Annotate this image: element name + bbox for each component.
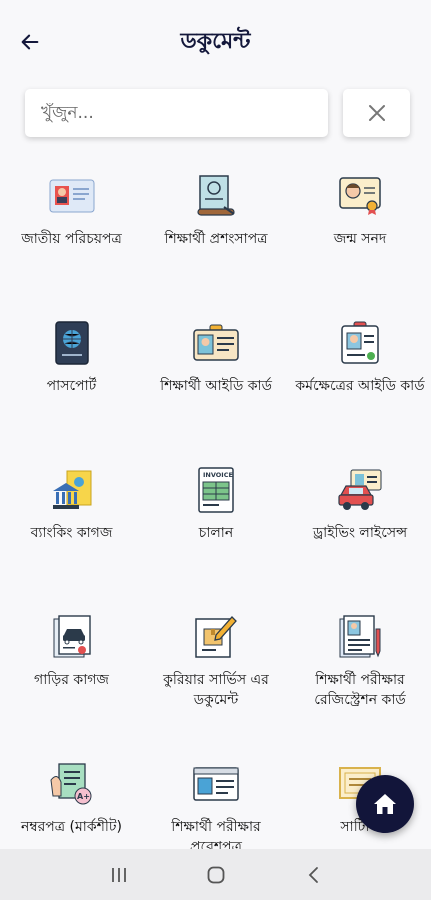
document-label: পাসপোর্ট [46, 378, 97, 394]
document-tile-passport[interactable]: পাসপোর্ট [0, 309, 143, 456]
document-label: শিক্ষার্থী প্রশংসাপত্র [164, 231, 268, 247]
testimonial-scroll-icon [192, 172, 240, 220]
document-tile-student-id[interactable]: শিক্ষার্থী আইডি কার্ড [143, 309, 289, 456]
document-tile-testimonial[interactable]: শিক্ষার্থী প্রশংসাপত্র [143, 162, 289, 309]
close-icon [368, 105, 385, 121]
document-label: নম্বরপত্র (মার্কশীট) [20, 819, 122, 835]
student-id-card-icon [192, 319, 240, 367]
document-tile-birth-certificate[interactable]: জন্ম সনদ [289, 162, 431, 309]
work-id-badge-icon [336, 319, 384, 367]
document-label: কর্মক্ষেত্রের আইডি কার্ড [295, 378, 425, 394]
birth-certificate-icon [336, 172, 384, 220]
document-label: জাতীয় পরিচয়পত্র [21, 231, 122, 247]
document-tile-car-documents[interactable]: গাড়ির কাগজ [0, 603, 143, 750]
car-document-icon [48, 613, 96, 661]
courier-document-icon [192, 613, 240, 661]
search-input[interactable] [41, 103, 312, 123]
system-navigation-bar [0, 849, 431, 900]
svg-text:INVOICE: INVOICE [203, 471, 233, 479]
invoice-icon: INVOICE [192, 466, 240, 514]
id-card-icon [48, 172, 96, 220]
home-fab-button[interactable] [356, 775, 414, 833]
admit-card-icon [192, 760, 240, 808]
document-label: ব্যাংকিং কাগজ [30, 525, 113, 541]
exam-registration-icon [336, 613, 384, 661]
passport-icon [48, 319, 96, 367]
app-header: ডকুমেন্ট [0, 0, 431, 82]
document-label: গাড়ির কাগজ [34, 672, 109, 688]
document-label: শিক্ষার্থী আইডি কার্ড [160, 378, 272, 394]
recent-apps-button[interactable] [99, 855, 139, 895]
nav-back-button[interactable] [293, 855, 333, 895]
home-icon [374, 794, 396, 814]
document-label: জন্ম সনদ [333, 231, 387, 247]
document-tile-invoice[interactable]: INVOICE চালান [143, 456, 289, 603]
document-label: ড্রাইভিং লাইসেন্স [312, 525, 408, 541]
nav-home-button[interactable] [196, 855, 236, 895]
document-tile-courier[interactable]: কুরিয়ার সার্ভিস এর ডকুমেন্ট [143, 603, 289, 750]
marksheet-icon: A+ [48, 760, 96, 808]
document-label: শিক্ষার্থী পরীক্ষার রেজিস্ট্রেশন কার্ড [314, 672, 406, 708]
document-label: কুরিয়ার সার্ভিস এর ডকুমেন্ট [163, 672, 269, 708]
search-box[interactable] [25, 89, 328, 137]
document-tile-banking[interactable]: ব্যাংকিং কাগজ [0, 456, 143, 603]
svg-text:A+: A+ [77, 792, 90, 801]
clear-search-button[interactable] [343, 89, 410, 137]
document-label: চালান [198, 525, 234, 541]
recent-apps-icon [111, 867, 126, 882]
document-tile-work-id[interactable]: কর্মক্ষেত্রের আইডি কার্ড [289, 309, 431, 456]
document-tile-exam-registration[interactable]: শিক্ষার্থী পরীক্ষার রেজিস্ট্রেশন কার্ড [289, 603, 431, 750]
nav-home-icon [207, 866, 224, 883]
nav-back-icon [308, 866, 318, 883]
driving-license-icon [336, 466, 384, 514]
page-title: ডকুমেন্ট [180, 29, 251, 54]
bank-document-icon [48, 466, 96, 514]
document-tile-driving-license[interactable]: ড্রাইভিং লাইসেন্স [289, 456, 431, 603]
document-tile-nid[interactable]: জাতীয় পরিচয়পত্র [0, 162, 143, 309]
